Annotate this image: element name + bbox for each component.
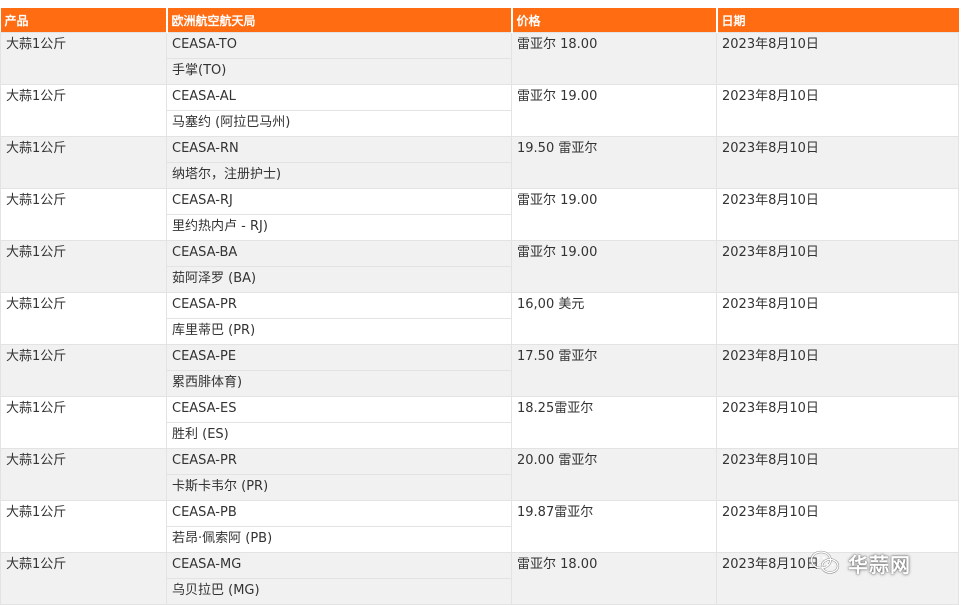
- cell-date: 2023年8月10日: [716, 32, 959, 85]
- cell-date: 2023年8月10日: [716, 136, 959, 189]
- cell-location: 库里蒂巴 (PR): [166, 318, 512, 345]
- cell-price: 18.25雷亚尔: [511, 396, 717, 449]
- cell-location: 马塞约 (阿拉巴马州): [166, 110, 512, 137]
- cell-product: 大蒜1公斤: [0, 240, 167, 293]
- cell-date: 2023年8月10日: [716, 448, 959, 501]
- cell-location: 胜利 (ES): [166, 422, 512, 449]
- cell-ceasa: CEASA-TO: [166, 32, 512, 59]
- table-row: 大蒜1公斤 CEASA-PB 19.87雷亚尔 2023年8月10日: [0, 500, 959, 553]
- cell-location: 茹阿泽罗 (BA): [166, 266, 512, 293]
- cell-product: 大蒜1公斤: [0, 188, 167, 241]
- watermark: 华蒜网: [810, 548, 911, 578]
- cell-ceasa: CEASA-BA: [166, 240, 512, 267]
- cell-location: 若昂·佩索阿 (PB): [166, 526, 512, 553]
- table-row: 大蒜1公斤 CEASA-PE 17.50 雷亚尔 2023年8月10日: [0, 344, 959, 397]
- table-row: 大蒜1公斤 CEASA-AL 雷亚尔 19.00 2023年8月10日: [0, 84, 959, 137]
- cell-price: 雷亚尔 19.00: [511, 84, 717, 137]
- watermark-text: 华蒜网: [848, 552, 911, 577]
- table-body: 大蒜1公斤 CEASA-TO 雷亚尔 18.00 2023年8月10日 手掌(TO) 大蒜…: [0, 32, 959, 605]
- cell-price: 19.87雷亚尔: [511, 500, 717, 553]
- cell-ceasa: CEASA-PR: [166, 448, 512, 475]
- page: 产品 欧洲航空航天局 价格 日期 大蒜1公斤 CEASA-TO 雷亚尔 18.00 2…: [0, 0, 961, 605]
- cell-product: 大蒜1公斤: [0, 84, 167, 137]
- cell-location: 乌贝拉巴 (MG): [166, 578, 512, 605]
- cell-price: 雷亚尔 18.00: [511, 552, 717, 605]
- cell-product: 大蒜1公斤: [0, 292, 167, 345]
- cell-product: 大蒜1公斤: [0, 552, 167, 605]
- cell-ceasa: CEASA-PR: [166, 292, 512, 319]
- cell-price: 16,00 美元: [511, 292, 717, 345]
- cell-date: 2023年8月10日: [716, 500, 959, 553]
- cell-product: 大蒜1公斤: [0, 32, 167, 85]
- table-header-row: 产品 欧洲航空航天局 价格 日期: [0, 8, 959, 33]
- cell-price: 雷亚尔 18.00: [511, 32, 717, 85]
- table-row: 大蒜1公斤 CEASA-PR 16,00 美元 2023年8月10日: [0, 292, 959, 345]
- cell-date: 2023年8月10日: [716, 188, 959, 241]
- cell-price: 17.50 雷亚尔: [511, 344, 717, 397]
- header-price: 价格: [510, 8, 717, 33]
- cell-date: 2023年8月10日: [716, 292, 959, 345]
- cell-ceasa: CEASA-RJ: [166, 188, 512, 215]
- table-row: 大蒜1公斤 CEASA-TO 雷亚尔 18.00 2023年8月10日: [0, 32, 959, 85]
- table-row: 大蒜1公斤 CEASA-BA 雷亚尔 19.00 2023年8月10日: [0, 240, 959, 293]
- cell-product: 大蒜1公斤: [0, 136, 167, 189]
- cell-date: 2023年8月10日: [716, 344, 959, 397]
- cell-date: 2023年8月10日: [716, 84, 959, 137]
- cell-date: 2023年8月10日: [716, 396, 959, 449]
- cell-location: 手掌(TO): [166, 58, 512, 85]
- cell-location: 纳塔尔，注册护士): [166, 162, 512, 189]
- header-ceasa: 欧洲航空航天局: [165, 8, 512, 33]
- cell-price: 雷亚尔 19.00: [511, 188, 717, 241]
- garlic-price-table: 产品 欧洲航空航天局 价格 日期 大蒜1公斤 CEASA-TO 雷亚尔 18.00 2…: [0, 8, 959, 605]
- table-row: 大蒜1公斤 CEASA-ES 18.25雷亚尔 2023年8月10日: [0, 396, 959, 449]
- cell-product: 大蒜1公斤: [0, 344, 167, 397]
- cell-price: 雷亚尔 19.00: [511, 240, 717, 293]
- cell-location: 卡斯卡韦尔 (PR): [166, 474, 512, 501]
- cell-location: 累西腓体育): [166, 370, 512, 397]
- cell-price: 20.00 雷亚尔: [511, 448, 717, 501]
- cell-ceasa: CEASA-PE: [166, 344, 512, 371]
- cell-date: 2023年8月10日: [716, 240, 959, 293]
- table-row: 大蒜1公斤 CEASA-PR 20.00 雷亚尔 2023年8月10日: [0, 448, 959, 501]
- cell-ceasa: CEASA-RN: [166, 136, 512, 163]
- cell-ceasa: CEASA-ES: [166, 396, 512, 423]
- cell-product: 大蒜1公斤: [0, 396, 167, 449]
- cell-product: 大蒜1公斤: [0, 500, 167, 553]
- cell-location: 里约热内卢 - RJ): [166, 214, 512, 241]
- table-row: 大蒜1公斤 CEASA-RN 19.50 雷亚尔 2023年8月10日: [0, 136, 959, 189]
- table-row: 大蒜1公斤 CEASA-RJ 雷亚尔 19.00 2023年8月10日: [0, 188, 959, 241]
- cell-price: 19.50 雷亚尔: [511, 136, 717, 189]
- wechat-icon: [810, 550, 840, 576]
- header-date: 日期: [715, 8, 959, 33]
- header-product: 产品: [0, 8, 167, 33]
- cell-ceasa: CEASA-MG: [166, 552, 512, 579]
- cell-ceasa: CEASA-PB: [166, 500, 512, 527]
- cell-ceasa: CEASA-AL: [166, 84, 512, 111]
- cell-product: 大蒜1公斤: [0, 448, 167, 501]
